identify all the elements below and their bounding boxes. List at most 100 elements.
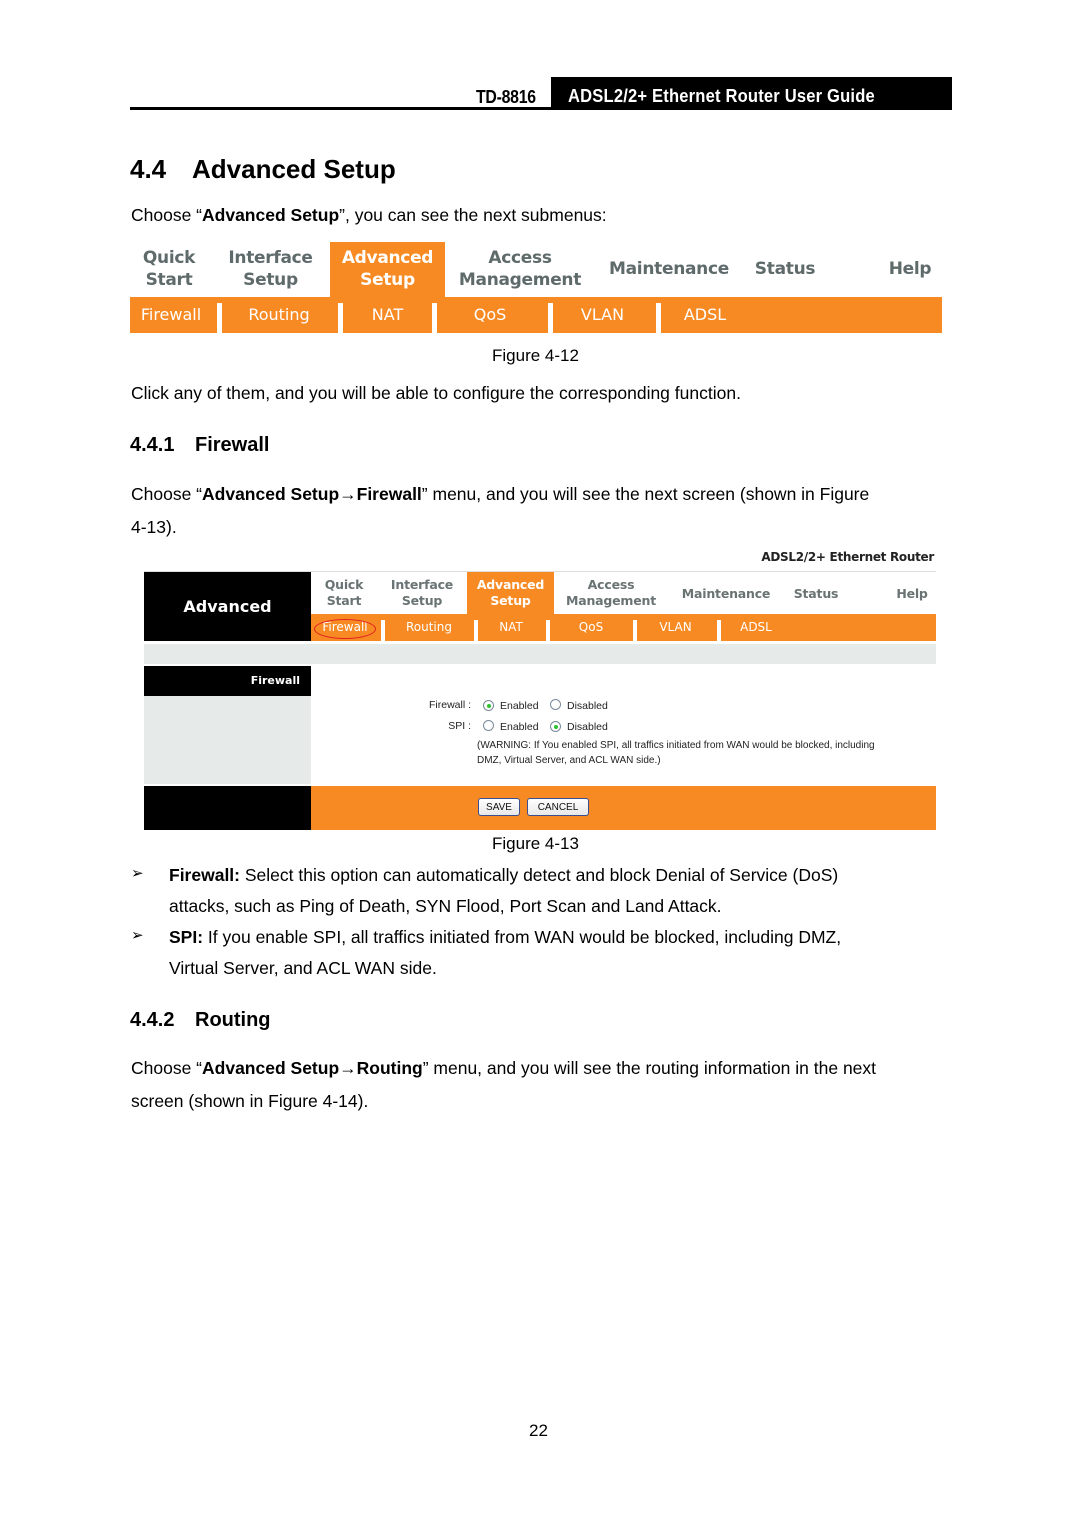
sub-menu-adsl[interactable]: ADSL <box>665 297 745 333</box>
menu-label: Access <box>587 577 635 592</box>
page-number: 22 <box>529 1421 548 1440</box>
sub-menu-separator <box>633 620 637 641</box>
sub-menu-vlan[interactable]: VLAN <box>638 614 713 641</box>
figure-4-12-menu: Quick Start Interface Setup Advanced Setup … <box>130 242 942 334</box>
router-brand: ADSL2/2+ Ethernet Router <box>761 550 934 564</box>
sub-menu-routing[interactable]: Routing <box>387 614 471 641</box>
figure-4-13-caption: Figure 4-13 <box>492 834 579 853</box>
router-top-menu: Quick Start Interface Setup Advanced Setup … <box>311 572 936 614</box>
intro-bold: Advanced Setup <box>202 205 340 225</box>
firewall-disabled-label: Disabled <box>567 700 608 712</box>
firewall-intro: Choose “Advanced Setup→Firewall” menu, a… <box>131 478 869 510</box>
top-menu-access-management[interactable]: Access Management <box>561 577 661 609</box>
top-menu-advanced-setup[interactable]: Advanced Setup <box>330 242 445 297</box>
sub-menu-separator <box>546 620 550 641</box>
menu-label: Quick <box>324 577 364 592</box>
firewall-enabled-radio[interactable] <box>483 700 494 711</box>
top-menu-access-management[interactable]: Access Management <box>455 247 585 291</box>
top-menu-help[interactable]: Help <box>882 258 938 280</box>
sub-menu-adsl[interactable]: ADSL <box>721 614 791 641</box>
subsection-number: 4.4.1 <box>130 434 175 456</box>
menu-label: Start <box>326 593 362 608</box>
top-menu-status[interactable]: Status <box>785 586 847 602</box>
intro-bold: Advanced Setup→Routing <box>202 1058 423 1078</box>
sub-menu-nat[interactable]: NAT <box>345 297 430 333</box>
firewall-highlight-circle <box>314 619 376 639</box>
menu-label: Management <box>565 593 656 608</box>
sub-menu-routing[interactable]: Routing <box>225 297 333 333</box>
sub-menu-vlan[interactable]: VLAN <box>555 297 650 333</box>
spi-enabled-label: Enabled <box>500 721 539 733</box>
menu-label: Setup <box>490 593 531 608</box>
sub-menu-separator <box>217 303 222 333</box>
bullet-arrow-icon: ➢ <box>131 927 144 944</box>
figure-4-13-router-page: ADSL2/2+ Ethernet Router Advanced Quick S… <box>144 550 936 830</box>
subsection-routing-heading: 4.4.2 Routing <box>130 1009 271 1032</box>
router-footer-bar <box>311 786 936 830</box>
sidebar-footer <box>144 786 311 830</box>
routing-intro-line2: screen (shown in Figure 4-14). <box>131 1091 369 1111</box>
sidebar-heading: Firewall <box>144 666 311 696</box>
menu-label: Quick <box>142 248 196 268</box>
router-sub-menu: Firewall Routing NAT QoS VLAN ADSL <box>311 614 936 641</box>
top-menu-quick-start[interactable]: Quick Start <box>130 247 208 291</box>
menu-label: Start <box>145 270 193 290</box>
bullet-firewall-line2: attacks, such as Ping of Death, SYN Floo… <box>169 896 722 916</box>
menu-label: Setup <box>243 270 298 290</box>
top-menu-interface-setup[interactable]: Interface Setup <box>223 247 318 291</box>
menu-label: Setup <box>360 270 415 290</box>
subsection-number: 4.4.2 <box>130 1009 175 1031</box>
intro-prefix: Choose “ <box>131 1058 203 1078</box>
sidebar-panel <box>144 696 311 784</box>
save-button[interactable]: SAVE <box>478 798 520 816</box>
sub-menu-separator <box>548 303 553 333</box>
intro-prefix: Choose “ <box>131 205 203 225</box>
bullet-arrow-icon: ➢ <box>131 865 144 882</box>
top-menu-help[interactable]: Help <box>891 586 933 602</box>
menu-label: Status <box>793 586 839 601</box>
top-menu-advanced-setup[interactable]: Advanced Setup <box>467 572 554 614</box>
intro-suffix: ” menu, and you will see the next screen… <box>421 484 870 504</box>
bullet-spi-line2: Virtual Server, and ACL WAN side. <box>169 958 437 978</box>
top-menu-maintenance[interactable]: Maintenance <box>608 258 730 280</box>
firewall-label: Firewall : <box>428 699 471 711</box>
bullet-bold: SPI: <box>169 927 204 947</box>
routing-intro: Choose “Advanced Setup→Routing” menu, an… <box>131 1052 876 1084</box>
firewall-disabled-radio[interactable] <box>550 699 561 710</box>
top-menu-status[interactable]: Status <box>750 258 820 280</box>
top-menu-interface-setup[interactable]: Interface Setup <box>386 577 458 609</box>
menu-label: Help <box>896 586 928 601</box>
menu-label: Advanced <box>341 248 434 268</box>
router-logo-box: Advanced <box>144 572 311 641</box>
section-heading: 4.4 Advanced Setup <box>130 154 396 185</box>
spi-enabled-radio[interactable] <box>483 720 494 731</box>
menu-label: Access <box>488 248 552 268</box>
firewall-intro-line2: 4-13). <box>131 517 177 537</box>
spi-label: SPI : <box>448 720 471 732</box>
section-intro: Choose “Advanced Setup”, you can see the… <box>131 199 607 231</box>
sub-menu-separator <box>432 303 437 333</box>
bullet-text: Select this option can automatically det… <box>240 865 839 885</box>
sub-menu-separator <box>338 303 343 333</box>
intro-suffix: ” menu, and you will see the routing inf… <box>422 1058 877 1078</box>
menu-label: Help <box>888 259 932 279</box>
menu-label: Status <box>754 259 816 279</box>
sub-menu-qos[interactable]: QoS <box>440 297 540 333</box>
sub-menu-nat[interactable]: NAT <box>479 614 543 641</box>
section-number: 4.4 <box>130 154 167 184</box>
intro-prefix: Choose “ <box>131 484 203 504</box>
intro-suffix: ”, you can see the next submenus: <box>339 205 607 225</box>
subsection-firewall-heading: 4.4.1 Firewall <box>130 434 269 457</box>
cancel-button[interactable]: CANCEL <box>527 798 589 816</box>
menu-label: Interface <box>390 577 454 592</box>
sub-menu-qos[interactable]: QoS <box>551 614 631 641</box>
firewall-form: Firewall : Enabled Disabled SPI : Enable… <box>311 666 936 784</box>
sub-menu-firewall[interactable]: Firewall <box>130 297 212 333</box>
firewall-enabled-label: Enabled <box>500 700 539 712</box>
bullet-bold: Firewall: <box>169 865 240 885</box>
intro-bold: Advanced Setup→Firewall <box>202 484 422 504</box>
spi-disabled-radio[interactable] <box>550 721 561 732</box>
warning-line: (WARNING: If You enabled SPI, all traffi… <box>477 740 875 751</box>
top-menu-quick-start[interactable]: Quick Start <box>311 577 377 609</box>
top-menu-maintenance[interactable]: Maintenance <box>676 586 776 602</box>
